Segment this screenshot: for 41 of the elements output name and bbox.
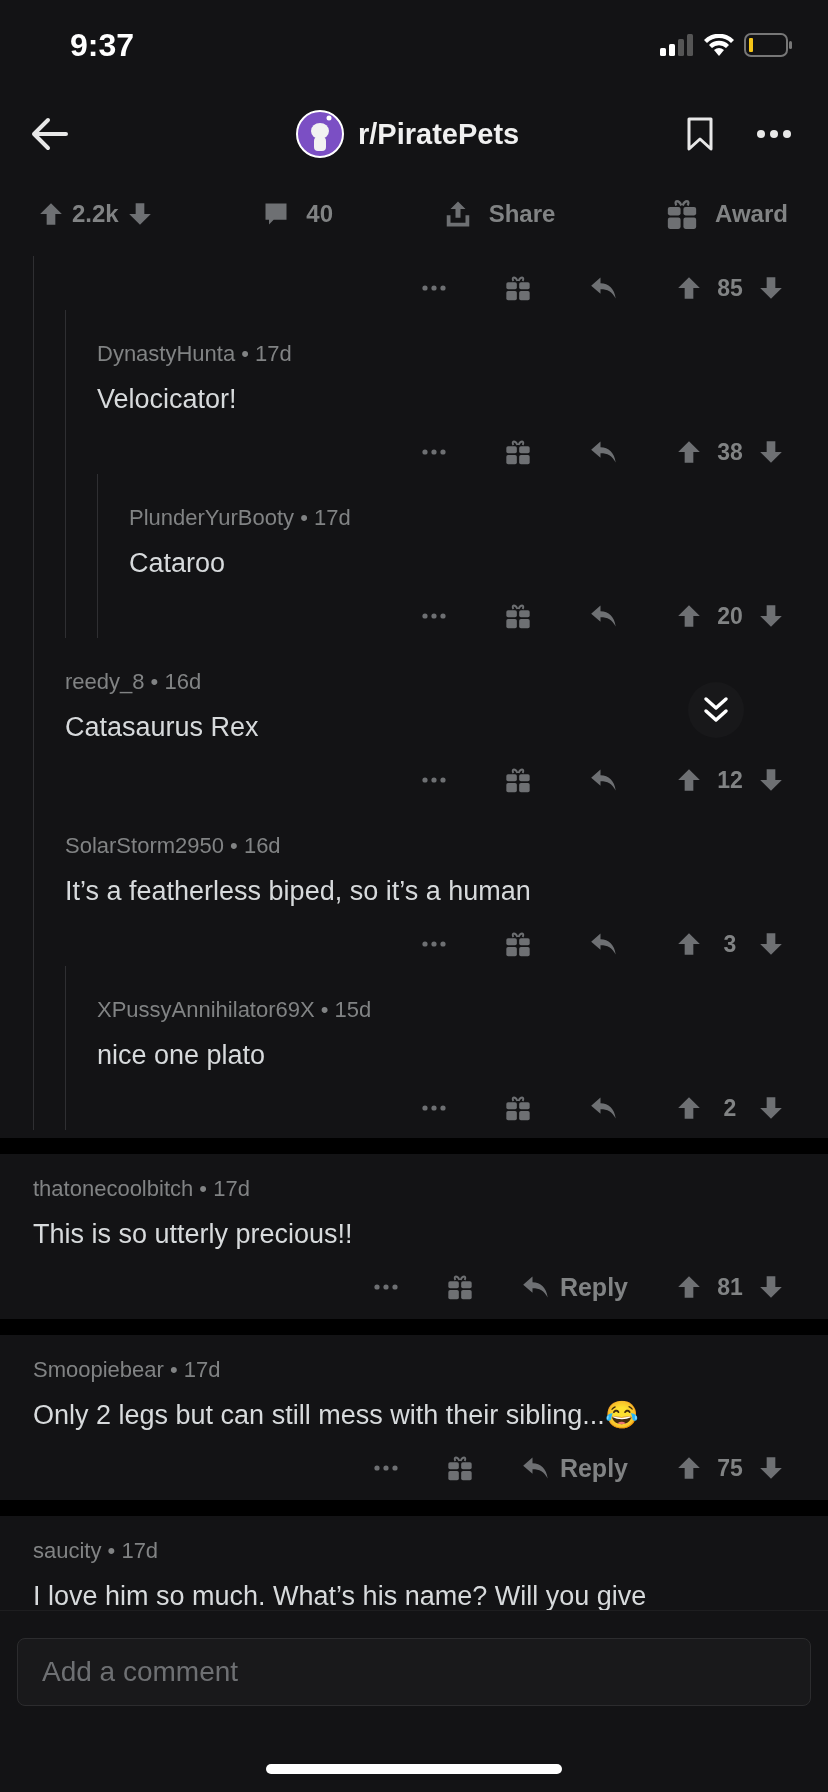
comment-text: Velocicator! (97, 383, 237, 416)
bookmark-icon[interactable] (686, 117, 714, 151)
comment-text: It’s a featherless biped, so it’s a human (65, 875, 531, 908)
comment-score: 20 (716, 602, 744, 630)
comment-text: Cataroo (129, 547, 226, 580)
battery-icon (744, 33, 792, 57)
comment-meta: reedy_8 • 16d (65, 668, 202, 696)
status-time: 9:37 (70, 26, 135, 64)
comment-score: 75 (716, 1454, 744, 1482)
comment-score: 38 (716, 438, 744, 466)
double-chevron-icon (703, 696, 729, 724)
comment-text: nice one plato (97, 1039, 266, 1072)
comment-score: 85 (716, 274, 744, 302)
comment-meta: XPussyAnnihilator69X • 15d (97, 996, 372, 1024)
signal-icon (660, 34, 694, 56)
back-arrow-icon[interactable] (30, 117, 68, 151)
comment-score: 3 (722, 930, 738, 958)
post-score: 2.2k (72, 200, 119, 228)
comments-button[interactable]: 40 (262, 200, 334, 228)
comment-meta: SolarStorm2950 • 16d (65, 832, 281, 860)
comment-meta: saucity • 17d (33, 1537, 159, 1565)
comment-score: 12 (716, 766, 744, 794)
wifi-icon (704, 34, 734, 56)
comment-text: This is so utterly precious!! (33, 1218, 353, 1251)
subreddit-icon (296, 110, 344, 158)
reply-button[interactable]: Reply (521, 1272, 628, 1302)
comment-text: Only 2 legs but can still mess with their sibling...😂 (33, 1399, 639, 1432)
share-button[interactable]: Share (442, 199, 556, 229)
reply-button[interactable]: Reply (521, 1453, 628, 1483)
comment-text: I love him so much. What’s his name? Will you give (33, 1580, 647, 1610)
comment-meta: DynastyHunta • 17d (97, 340, 292, 368)
comment-score: 81 (716, 1273, 744, 1301)
more-icon[interactable] (756, 129, 792, 139)
comment-field[interactable]: Add a comment (17, 1638, 811, 1706)
comment-text: Catasaurus Rex (65, 711, 259, 744)
comment-meta: PlunderYurBooty • 17d (129, 504, 351, 532)
comment-meta: thatonecoolbitch • 17d (33, 1175, 250, 1203)
subreddit-name[interactable]: r/PiratePets (358, 117, 520, 151)
award-button[interactable]: Award (665, 197, 788, 231)
comment-score: 2 (722, 1094, 738, 1122)
comment-meta: Smoopiebear • 17d (33, 1356, 221, 1384)
